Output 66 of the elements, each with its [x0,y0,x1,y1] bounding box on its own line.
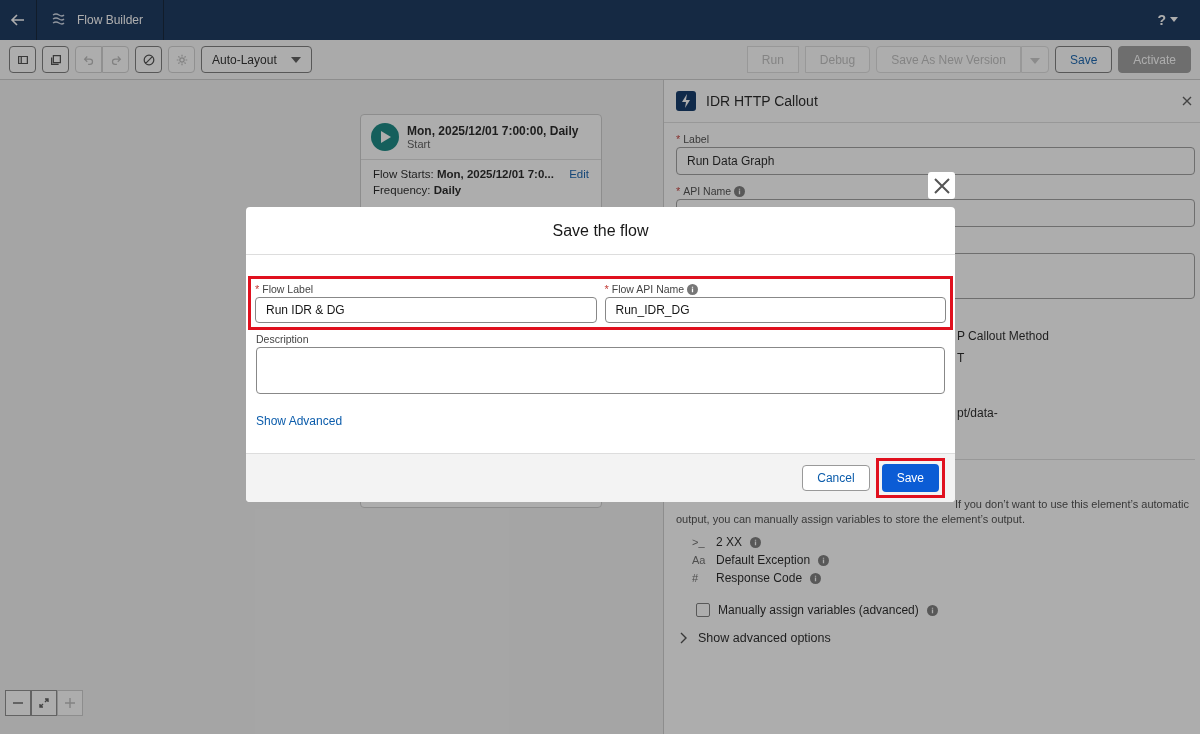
text-area[interactable] [256,347,945,394]
partial-text: pt/data- [957,406,998,420]
panel-button[interactable] [9,46,36,73]
field-label: API Name [683,185,732,197]
caret-icon [1170,17,1178,23]
field-label: Flow API Name [611,283,685,295]
copy-button[interactable] [42,46,69,73]
edit-link[interactable]: Edit [569,168,589,180]
close-button[interactable] [928,172,955,199]
chevron-icon [680,632,688,644]
partial-text: P Callout Method [957,329,1049,343]
required-mark: * [255,283,260,295]
close-icon [933,177,950,194]
type-icon: # [692,572,708,584]
prohibit-icon [141,52,156,67]
node-detail: Frequency: Daily [373,184,462,196]
panel-title: IDR HTTP Callout [706,93,818,109]
waves-icon [51,12,65,28]
checkbox-label: Manually assign variables (advanced) [718,603,919,617]
plus-icon [64,697,76,709]
required-mark: * [676,185,681,197]
partial-text: T [957,351,965,365]
back-arrow-icon[interactable] [10,12,26,28]
field-label: Flow Label [262,283,314,295]
input-field[interactable]: Run IDR & DG [255,297,597,323]
app-title: Flow Builder [77,13,144,27]
output-name: Response Code [716,571,803,585]
field-label: Label [683,133,709,145]
info-icon [818,554,830,566]
block-button[interactable] [135,46,162,73]
output-name: Default Exception [716,553,811,567]
shrink-icon [38,697,50,709]
show-advanced-link[interactable]: Show Advanced [256,414,343,428]
node-detail: Flow Starts: Mon, 2025/12/01 7:0... [373,168,554,180]
input-field[interactable]: Run_IDR_DG [604,297,946,323]
info-icon [926,604,938,616]
description-text: output, you can manually assign variables to store the element’s output. [676,513,1026,525]
play-icon [371,123,399,151]
required-mark: * [604,283,609,295]
lightning-icon [676,91,696,111]
save-button[interactable]: Save [881,464,939,492]
close-icon[interactable] [1182,96,1192,106]
cancel-button[interactable]: Cancel [802,465,870,491]
layout-dropdown[interactable]: Auto-Layout [201,46,312,73]
dialog-title: Save the flow [552,221,649,240]
description-text: If you don’t want to use this element’s automatic [954,498,1190,510]
field-label: Description [256,333,310,345]
type-icon: >_ [692,536,708,548]
info-icon [810,572,822,584]
help-button[interactable]: ? [1151,0,1184,40]
fit-view-button[interactable] [31,690,57,716]
checkbox[interactable] [696,603,710,617]
caret-icon [1029,57,1040,64]
input-field[interactable]: Run Data Graph [676,147,1195,175]
zoom-out-button[interactable] [5,690,31,716]
output-name: 2 XX [716,535,742,549]
node-title: Mon, 2025/12/01 7:00:00, Daily [407,124,579,138]
gear-icon [174,52,189,67]
copy-icon [48,52,63,67]
required-mark: * [676,133,681,145]
advanced-toggle[interactable]: Show advanced options [676,617,831,645]
type-icon: Aa [692,554,708,566]
caret-icon [290,56,301,63]
node-subtitle: Start [407,138,432,150]
toolbar-button[interactable]: Save [1054,46,1113,73]
info-icon [750,536,761,548]
